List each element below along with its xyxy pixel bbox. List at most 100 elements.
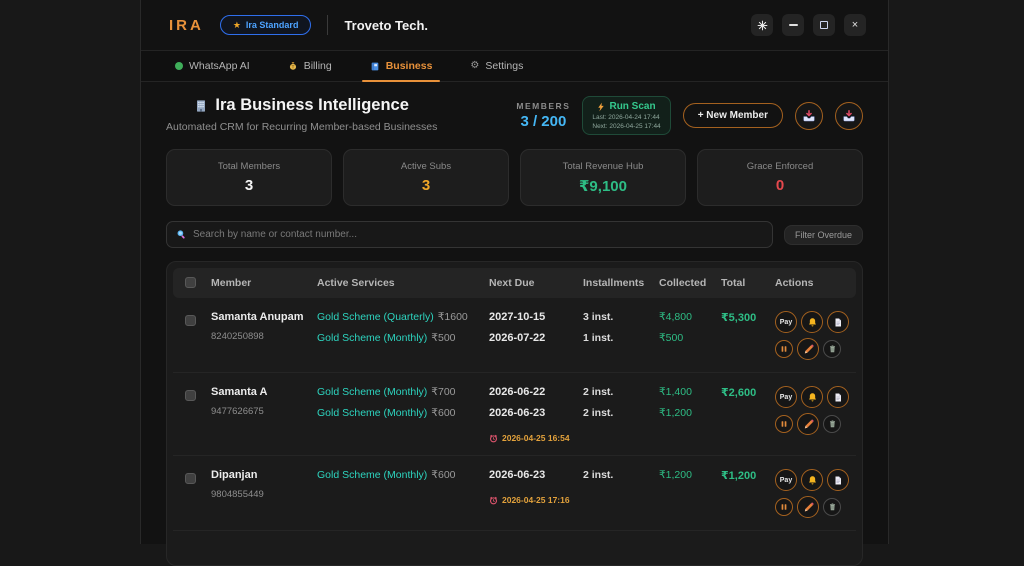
close-button[interactable]: × xyxy=(844,14,866,36)
members-table: Member Active Services Next Due Installm… xyxy=(166,261,863,566)
status-dot-green xyxy=(175,62,183,70)
tab-whatsapp-ai[interactable]: WhatsApp AI xyxy=(171,51,254,81)
service-line: Gold Scheme (Monthly)₹600 xyxy=(317,469,489,490)
delete-button[interactable] xyxy=(823,340,841,358)
header-actions: MEMBERS 3 / 200 Run Scan Last: 2026-04-2… xyxy=(516,96,863,135)
table-body: Samanta Anupam8240250898Gold Scheme (Qua… xyxy=(173,298,856,531)
gear-icon: ⚙ xyxy=(470,61,479,71)
app-window: IRA ★ Ira Standard Troveto Tech. × Whats… xyxy=(140,0,889,544)
minimize-button[interactable] xyxy=(782,14,804,36)
table-row: Samanta Anupam8240250898Gold Scheme (Qua… xyxy=(173,298,856,373)
notify-button[interactable] xyxy=(801,386,823,408)
pay-button[interactable]: Pay xyxy=(775,469,797,491)
pause-button[interactable] xyxy=(775,498,793,516)
run-scan-button[interactable]: Run Scan Last: 2026-04-24 17:44 Next: 20… xyxy=(582,96,670,135)
service-plan: Gold Scheme (Quarterly) xyxy=(317,311,434,323)
search-input[interactable] xyxy=(193,229,763,240)
next-due-cell: 2027-10-152026-07-22 xyxy=(489,311,583,353)
theme-toggle-button[interactable] xyxy=(751,14,773,36)
next-due-date: 2026-06-23 xyxy=(489,469,583,490)
page-header: Ira Business Intelligence Automated CRM … xyxy=(166,96,863,135)
col-active-services: Active Services xyxy=(317,277,489,289)
stats-row: Total Members 3 Active Subs 3 Total Reve… xyxy=(166,149,863,206)
service-plan: Gold Scheme (Monthly) xyxy=(317,407,427,419)
member-name: Samanta Anupam xyxy=(211,311,317,323)
org-name: Troveto Tech. xyxy=(344,18,428,33)
trash-icon xyxy=(828,344,837,354)
delete-button[interactable] xyxy=(823,498,841,516)
maximize-icon xyxy=(820,21,828,29)
receipt-button[interactable] xyxy=(827,386,849,408)
pay-button[interactable]: Pay xyxy=(775,386,797,408)
member-name: Dipanjan xyxy=(211,469,317,481)
pause-button[interactable] xyxy=(775,415,793,433)
pause-icon xyxy=(780,503,788,511)
overdue-time: 2026-04-25 16:54 xyxy=(502,433,570,443)
member-name: Samanta A xyxy=(211,386,317,398)
collected-amount: ₹500 xyxy=(659,332,721,353)
row-checkbox-cell xyxy=(173,311,211,331)
service-line: Gold Scheme (Monthly)₹500 xyxy=(317,332,489,353)
installments-cell: 2 inst.2 inst. xyxy=(583,386,659,428)
row-checkbox-cell xyxy=(173,469,211,489)
service-price: ₹600 xyxy=(431,469,455,481)
col-member: Member xyxy=(211,277,317,289)
export-members-button[interactable] xyxy=(835,102,863,130)
notify-button[interactable] xyxy=(801,311,823,333)
scan-last-run: Last: 2026-04-24 17:44 xyxy=(592,114,660,121)
notify-button[interactable] xyxy=(801,469,823,491)
edit-button[interactable] xyxy=(797,413,819,435)
pause-button[interactable] xyxy=(775,340,793,358)
stat-total-members: Total Members 3 xyxy=(166,149,332,206)
installment-count: 2 inst. xyxy=(583,469,659,490)
row-checkbox[interactable] xyxy=(185,315,196,326)
page-title: Ira Business Intelligence xyxy=(166,96,437,115)
member-cell: Samanta Anupam8240250898 xyxy=(211,311,317,342)
overdue-stamp: 2026-04-25 17:16 xyxy=(489,495,583,505)
collected-cell: ₹1,400₹1,200 xyxy=(659,386,721,428)
row-checkbox[interactable] xyxy=(185,390,196,401)
new-member-button[interactable]: + New Member xyxy=(683,103,783,128)
total-amount: ₹2,600 xyxy=(721,386,775,407)
col-total: Total xyxy=(721,277,775,289)
receipt-button[interactable] xyxy=(827,311,849,333)
table-row: Dipanjan9804855449Gold Scheme (Monthly)₹… xyxy=(173,456,856,531)
tab-billing[interactable]: Billing xyxy=(284,51,336,81)
tab-settings[interactable]: ⚙ Settings xyxy=(466,51,527,81)
document-icon xyxy=(833,475,843,486)
action-row-1: Pay xyxy=(775,386,856,408)
pencil-icon xyxy=(803,502,814,513)
trash-icon xyxy=(828,419,837,429)
maximize-button[interactable] xyxy=(813,14,835,36)
service-line: Gold Scheme (Quarterly)₹1600 xyxy=(317,311,489,332)
filter-overdue-button[interactable]: Filter Overdue xyxy=(784,225,863,245)
next-due-cell: 2026-06-222026-06-232026-04-25 16:54 xyxy=(489,386,583,443)
document-icon xyxy=(833,392,843,403)
tab-business[interactable]: Business xyxy=(366,51,437,81)
collected-amount: ₹1,400 xyxy=(659,386,721,407)
edit-button[interactable] xyxy=(797,338,819,360)
pay-button[interactable]: Pay xyxy=(775,311,797,333)
service-price: ₹500 xyxy=(431,332,455,344)
receipt-button[interactable] xyxy=(827,469,849,491)
total-amount: ₹5,300 xyxy=(721,311,775,332)
next-due-date: 2026-06-23 xyxy=(489,407,583,428)
title-block: Ira Business Intelligence Automated CRM … xyxy=(166,96,437,133)
lightning-icon xyxy=(597,102,605,112)
next-due-cell: 2026-06-23 2026-04-25 17:16 xyxy=(489,469,583,505)
select-all-checkbox[interactable] xyxy=(185,277,196,288)
sun-icon xyxy=(757,20,768,31)
col-collected: Collected xyxy=(659,277,721,289)
page-subtitle: Automated CRM for Recurring Member-based… xyxy=(166,121,437,133)
installment-count: 2 inst. xyxy=(583,407,659,428)
delete-button[interactable] xyxy=(823,415,841,433)
total-cell: ₹1,200 xyxy=(721,469,775,490)
action-row-2 xyxy=(775,413,856,435)
import-icon xyxy=(802,109,816,123)
overdue-time: 2026-04-25 17:16 xyxy=(502,495,570,505)
row-checkbox[interactable] xyxy=(185,473,196,484)
actions-cell: Pay xyxy=(775,386,856,435)
edit-button[interactable] xyxy=(797,496,819,518)
import-members-button[interactable] xyxy=(795,102,823,130)
collected-cell: ₹1,200 xyxy=(659,469,721,490)
